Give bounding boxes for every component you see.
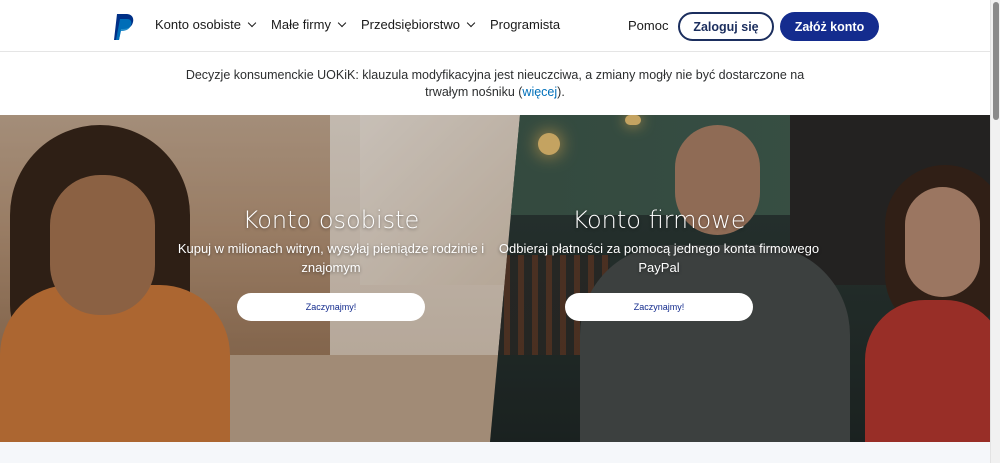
login-button[interactable]: Zaloguj się [678, 12, 774, 41]
legal-notice-banner: Decyzje konsumenckie UOKiK: klauzula mod… [0, 53, 990, 115]
notice-text: Decyzje konsumenckie UOKiK: klauzula mod… [185, 68, 805, 99]
nav-personal-account[interactable]: Konto osobiste [155, 17, 257, 32]
scrollbar-thumb[interactable] [993, 2, 999, 120]
business-get-started-button[interactable]: Zaczynajmy! [565, 293, 753, 321]
business-account-card: Konto firmowe Odbieraj płatności za pomo… [498, 205, 820, 321]
hero-section: Konto osobiste Kupuj w milionach witryn,… [0, 115, 990, 442]
notice-more-link[interactable]: więcej [522, 85, 557, 99]
main-nav: Konto osobiste Małe firmy Przedsiębiorst… [155, 17, 576, 32]
paypal-logo-icon[interactable] [113, 14, 135, 40]
nav-item-label: Konto osobiste [155, 17, 242, 32]
chevron-down-icon [466, 18, 476, 28]
personal-get-started-button[interactable]: Zaczynajmy! [237, 293, 425, 321]
nav-enterprise[interactable]: Przedsiębiorstwo [360, 17, 476, 32]
chevron-down-icon [247, 18, 257, 28]
nav-item-label: Przedsiębiorstwo [360, 17, 460, 32]
nav-small-business[interactable]: Małe firmy [271, 17, 347, 32]
top-navigation-bar: Konto osobiste Małe firmy Przedsiębiorst… [0, 0, 990, 52]
business-account-title: Konto firmowe [572, 206, 746, 234]
personal-account-title: Konto osobiste [242, 206, 420, 234]
chevron-down-icon [337, 18, 347, 28]
personal-account-card: Konto osobiste Kupuj w milionach witryn,… [170, 205, 492, 321]
page-scrollbar[interactable] [990, 0, 1000, 463]
business-account-subtitle: Odbieraj płatności za pomocą jednego kon… [498, 241, 820, 275]
notice-text-end: ). [557, 85, 565, 99]
help-link[interactable]: Pomoc [628, 18, 668, 33]
nav-item-label: Programista [489, 17, 561, 32]
legal-notice-text: Decyzje konsumenckie UOKiK: klauzula mod… [185, 67, 805, 101]
next-section-strip [0, 442, 990, 463]
nav-item-label: Małe firmy [271, 17, 331, 32]
signup-button[interactable]: Załóż konto [780, 12, 879, 41]
nav-developer[interactable]: Programista [490, 17, 560, 32]
personal-account-subtitle: Kupuj w milionach witryn, wysyłaj pienią… [177, 241, 485, 275]
